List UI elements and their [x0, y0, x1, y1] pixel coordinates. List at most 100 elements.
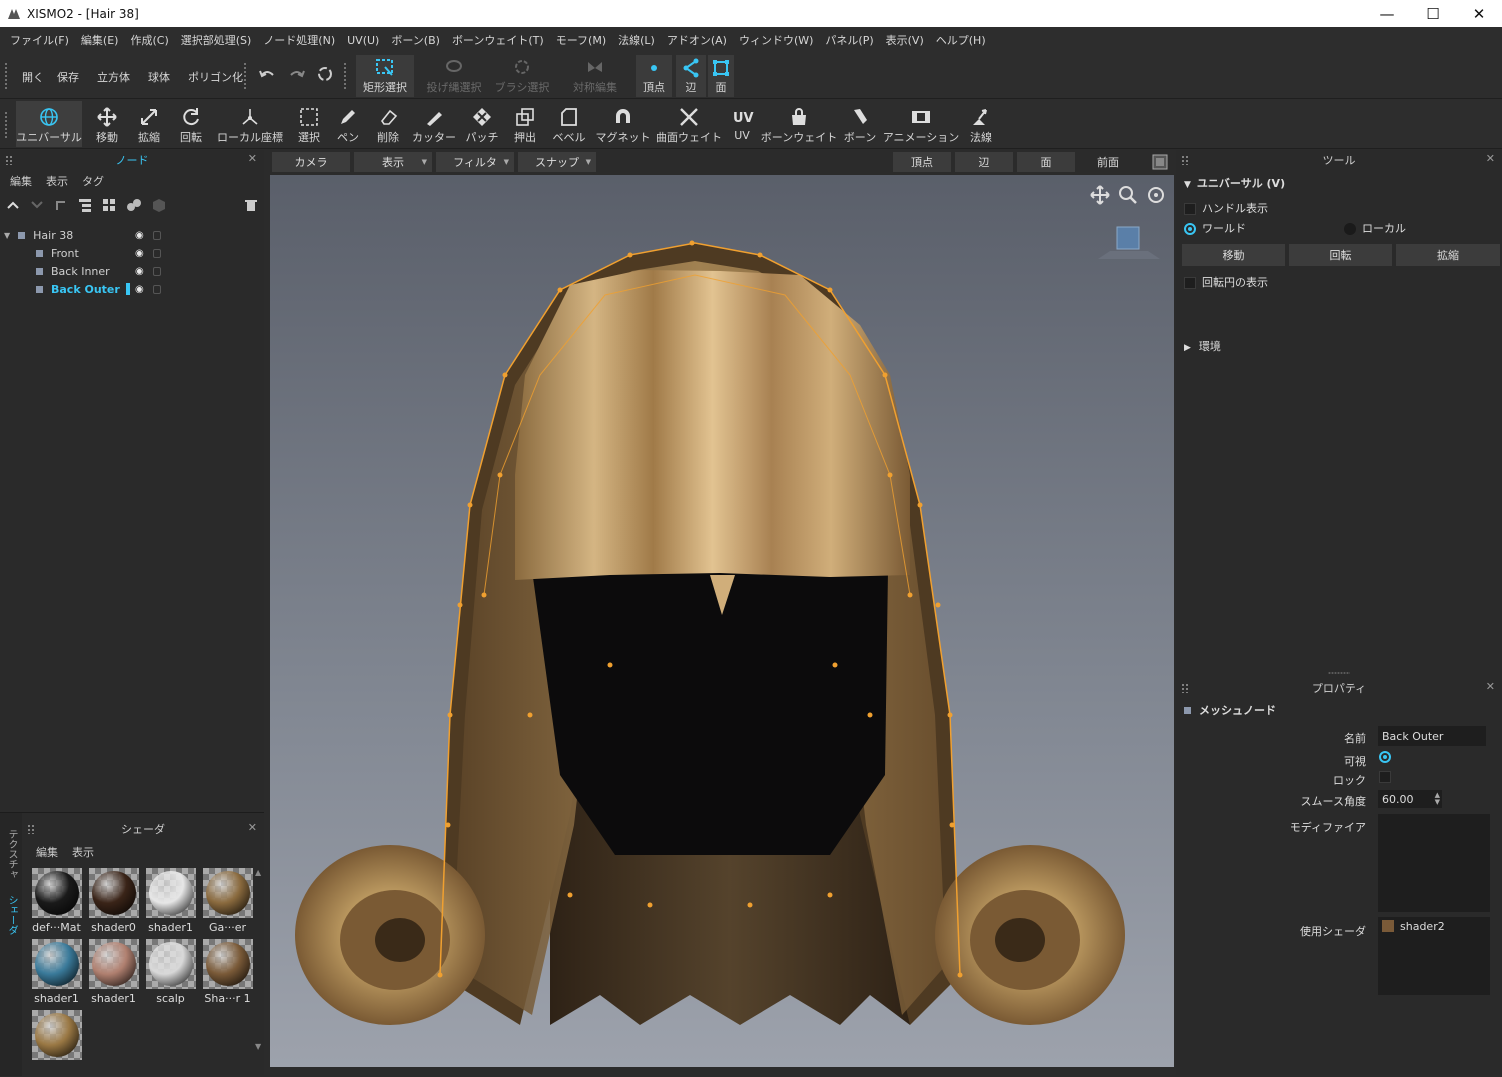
- uv-tool-button[interactable]: UV UV: [728, 101, 756, 147]
- local-radio[interactable]: ローカル: [1344, 220, 1406, 236]
- panel-grip[interactable]: [5, 155, 13, 165]
- texture-side-tab[interactable]: テクスチャ: [4, 829, 19, 879]
- trash-icon[interactable]: [244, 198, 258, 212]
- menu-item[interactable]: ボーンウェイト(T): [446, 32, 550, 48]
- shader-thumbnail[interactable]: def···Mat: [28, 868, 85, 935]
- rect-select-button[interactable]: 矩形選択: [356, 55, 414, 97]
- shader-thumbnail[interactable]: shader1: [28, 939, 85, 1006]
- shader-side-tab[interactable]: シェーダ: [4, 895, 19, 935]
- undo-icon[interactable]: [258, 67, 276, 83]
- bone-weight-tool-button[interactable]: ボーンウェイト: [761, 101, 837, 147]
- eye-icon[interactable]: ◉: [135, 266, 144, 277]
- collapse-arrow-icon[interactable]: ▼: [4, 231, 10, 240]
- minimize-button[interactable]: —: [1364, 0, 1410, 27]
- menu-item[interactable]: モーフ(M): [550, 32, 612, 48]
- move-up-icon[interactable]: [6, 200, 20, 210]
- shader-thumbnail[interactable]: Sha···r 1: [199, 939, 256, 1006]
- save-button[interactable]: 保存: [57, 69, 79, 85]
- shader-scrollbar[interactable]: ▲ ▼: [255, 868, 261, 1051]
- grid-icon[interactable]: [102, 198, 116, 212]
- view-gizmo-icon[interactable]: [1096, 223, 1162, 263]
- toolbar-grip[interactable]: [343, 62, 347, 90]
- toolbar-grip[interactable]: [4, 62, 8, 90]
- snap-menu[interactable]: スナップ ▼: [518, 152, 596, 172]
- eye-icon[interactable]: ◉: [135, 230, 144, 241]
- shader-tab-edit[interactable]: 編集: [36, 844, 58, 860]
- node-tab-display[interactable]: 表示: [46, 173, 68, 189]
- tree-node[interactable]: Back Outer ◉: [0, 280, 264, 298]
- filter-menu[interactable]: フィルタ ▼: [436, 152, 514, 172]
- 3d-viewport[interactable]: [270, 175, 1174, 1067]
- bevel-tool-button[interactable]: ベベル: [550, 101, 588, 147]
- edge-mode-button[interactable]: 辺: [676, 55, 706, 97]
- magnet-tool-button[interactable]: マグネット: [596, 101, 651, 147]
- lock-icon[interactable]: [153, 266, 161, 276]
- handle-display-checkbox[interactable]: ハンドル表示: [1184, 200, 1268, 216]
- lock-icon[interactable]: [153, 284, 161, 294]
- tree-node[interactable]: Back Inner ◉: [0, 262, 264, 280]
- lock-icon[interactable]: [153, 230, 161, 240]
- surface-weight-tool-button[interactable]: 曲面ウェイト: [656, 101, 722, 147]
- vp-vertex-button[interactable]: 頂点: [893, 152, 951, 172]
- environment-section[interactable]: ▶ 環境: [1184, 338, 1221, 354]
- lock-checkbox[interactable]: [1379, 771, 1391, 783]
- menu-item[interactable]: UV(U): [341, 34, 385, 47]
- menu-item[interactable]: アドオン(A): [661, 32, 733, 48]
- close-button[interactable]: ✕: [1456, 0, 1502, 27]
- toolbar-grip[interactable]: [243, 62, 247, 90]
- eye-icon[interactable]: ◉: [135, 248, 144, 259]
- group-icon[interactable]: [126, 198, 142, 212]
- eye-icon[interactable]: ◉: [135, 284, 144, 295]
- brush-select-button[interactable]: ブラシ選択: [494, 55, 550, 97]
- extrude-tool-button[interactable]: 押出: [506, 101, 544, 147]
- shader-thumbnail[interactable]: Ga···er: [199, 868, 256, 935]
- menu-item[interactable]: 編集(E): [75, 32, 125, 48]
- zoom-icon[interactable]: [1118, 185, 1138, 205]
- universal-tool-button[interactable]: ユニバーサル: [16, 101, 82, 147]
- close-icon[interactable]: ✕: [248, 821, 257, 834]
- name-field[interactable]: Back Outer: [1378, 726, 1486, 746]
- move-tool-button[interactable]: 移動: [88, 101, 126, 147]
- spin-arrows-icon[interactable]: ▲ ▼: [1435, 792, 1440, 806]
- menu-item[interactable]: 表示(V): [880, 32, 930, 48]
- polygonize-button[interactable]: ポリゴン化: [188, 69, 243, 85]
- menu-item[interactable]: ノード処理(N): [257, 32, 341, 48]
- maximize-button[interactable]: ☐: [1410, 0, 1456, 27]
- close-icon[interactable]: ✕: [248, 152, 257, 165]
- shader-thumbnail[interactable]: shader1: [142, 868, 199, 935]
- cube-icon[interactable]: [152, 198, 166, 212]
- node-tab-edit[interactable]: 編集: [10, 173, 32, 189]
- pan-icon[interactable]: [1090, 185, 1110, 205]
- close-icon[interactable]: ✕: [1486, 680, 1495, 693]
- select-tool-button[interactable]: 選択: [290, 101, 328, 147]
- view-cube-icon[interactable]: [1150, 152, 1170, 172]
- patch-tool-button[interactable]: パッチ: [462, 101, 502, 147]
- face-mode-button[interactable]: 面: [708, 55, 734, 97]
- shader-thumbnail[interactable]: scalp: [142, 939, 199, 1006]
- lock-icon[interactable]: [153, 248, 161, 258]
- rotation-circle-checkbox[interactable]: 回転円の表示: [1184, 274, 1268, 290]
- delete-tool-button[interactable]: 削除: [370, 101, 406, 147]
- move-down-icon[interactable]: [30, 200, 44, 210]
- hair-model[interactable]: [270, 175, 1174, 1067]
- pen-tool-button[interactable]: ペン: [332, 101, 364, 147]
- panel-splitter[interactable]: [1176, 670, 1502, 676]
- redo-icon[interactable]: [288, 67, 306, 83]
- recycle-icon[interactable]: [316, 65, 334, 83]
- panel-grip[interactable]: [27, 824, 35, 834]
- move-button[interactable]: 移動: [1182, 244, 1285, 266]
- universal-section[interactable]: ▼ ユニバーサル (V): [1184, 175, 1285, 191]
- hierarchy-icon[interactable]: [78, 198, 92, 212]
- menu-item[interactable]: ボーン(B): [385, 32, 446, 48]
- menu-item[interactable]: 作成(C): [124, 32, 174, 48]
- shader-thumbnail[interactable]: shader1: [85, 939, 142, 1006]
- local-coords-tool-button[interactable]: ローカル座標: [216, 101, 284, 147]
- cutter-tool-button[interactable]: カッター: [412, 101, 456, 147]
- rotate-tool-button[interactable]: 回転: [172, 101, 210, 147]
- tree-node[interactable]: Front ◉: [0, 244, 264, 262]
- toolbar-grip[interactable]: [4, 111, 8, 139]
- menu-item[interactable]: 法線(L): [612, 32, 661, 48]
- smooth-angle-spinbox[interactable]: 60.00 ▲ ▼: [1378, 790, 1442, 808]
- bone-tool-button[interactable]: ボーン: [842, 101, 878, 147]
- panel-grip[interactable]: [1181, 683, 1189, 693]
